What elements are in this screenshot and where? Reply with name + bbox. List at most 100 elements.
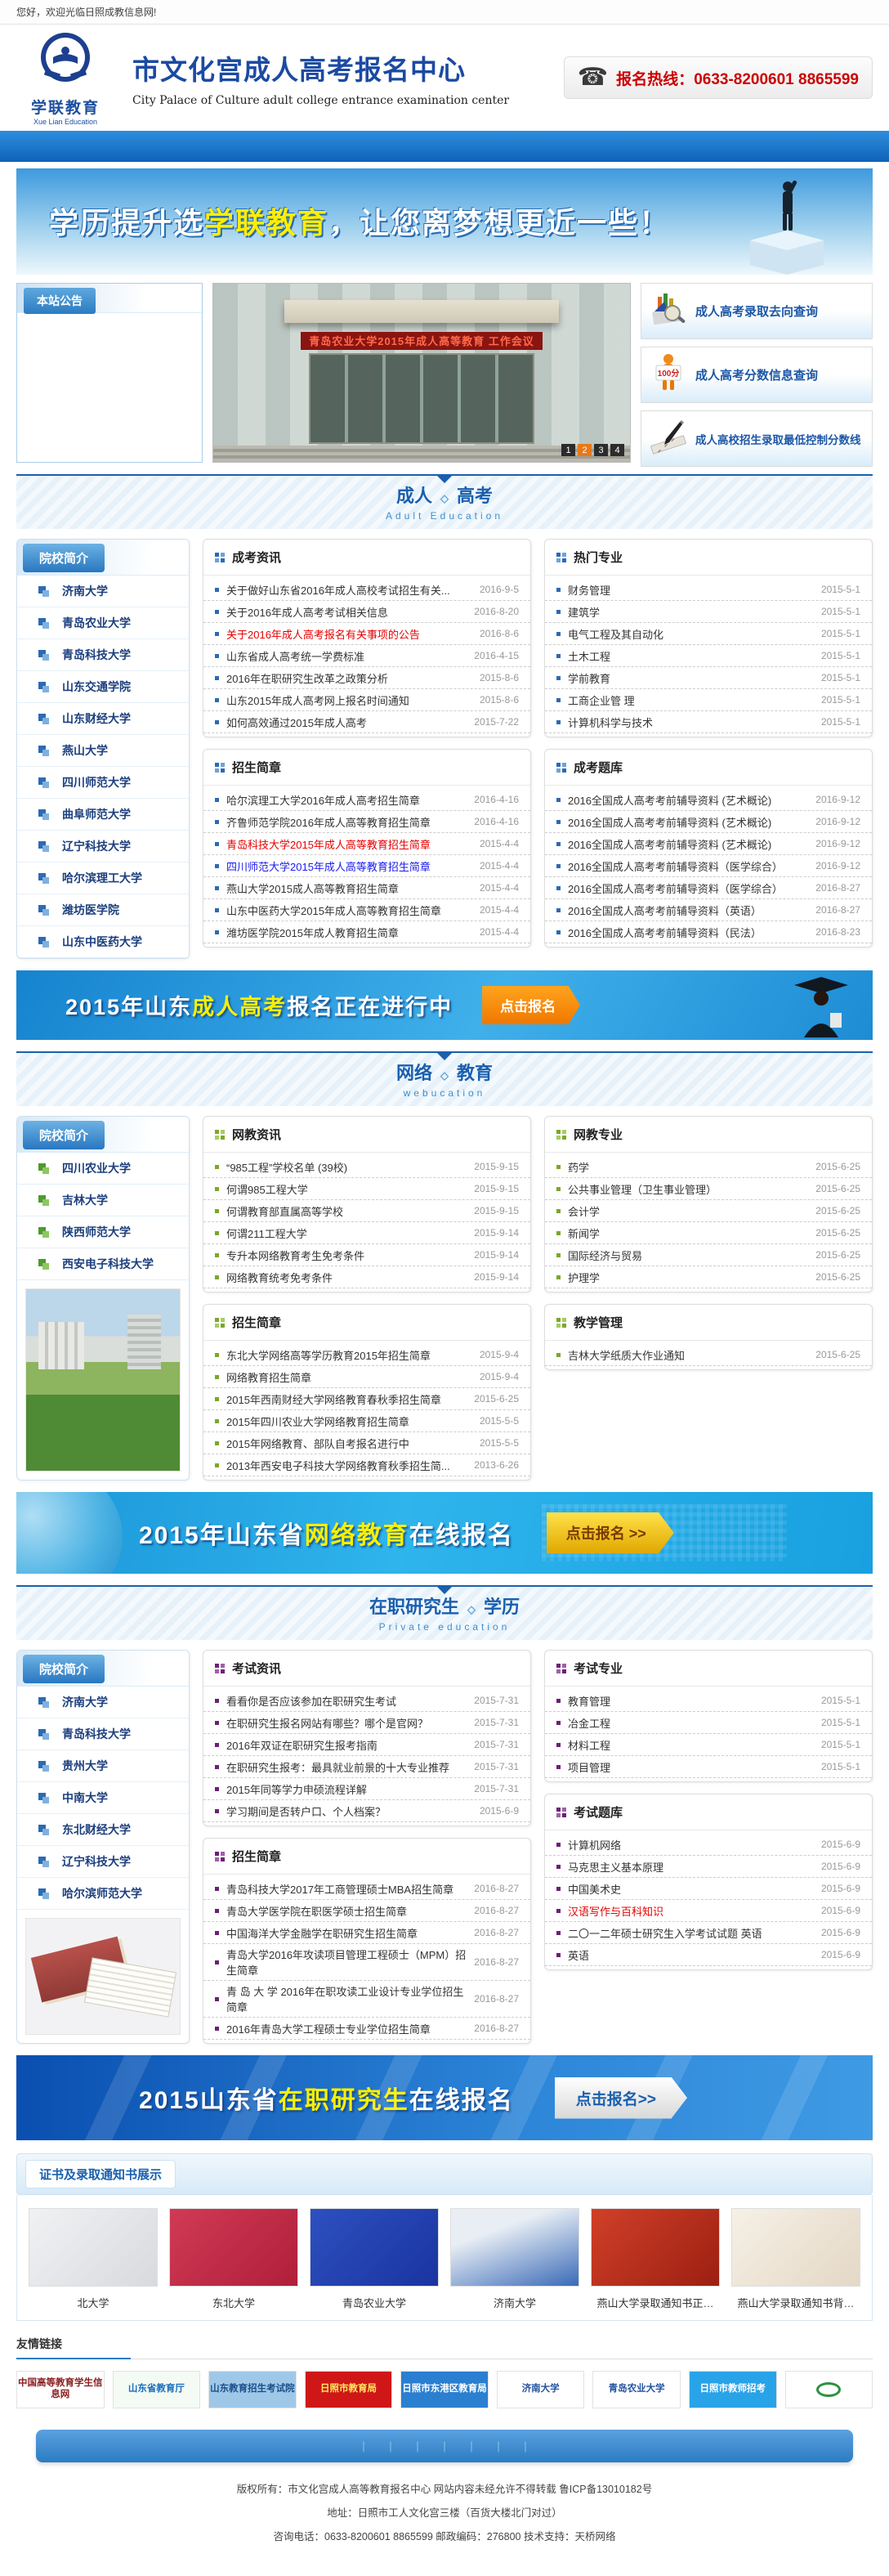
friend-link-logo[interactable]: 日照市教育局 [305, 2371, 393, 2408]
article-link[interactable]: 2016年双证在职研究生报考指南 [226, 1737, 467, 1753]
article-link[interactable]: 计算机网络 [568, 1837, 815, 1852]
sidebar-item-college[interactable]: 西安电子科技大学 [17, 1248, 189, 1280]
article-link[interactable]: 在职研究生报考：最具就业前景的十大专业推荐 [226, 1759, 467, 1775]
footer-nav-item[interactable] [431, 2439, 458, 2454]
article-link[interactable]: 山东2015年成人高考网上报名时间通知 [226, 692, 473, 708]
article-link[interactable]: 英语 [568, 1947, 815, 1963]
score-query-button[interactable]: 100分 成人高考分数信息查询 [641, 347, 873, 403]
signup-button[interactable]: 点击报名 [482, 986, 580, 1024]
sidebar-item-college[interactable]: 青岛科技大学 [17, 639, 189, 671]
article-link[interactable]: 看看你是否应该参加在职研究生考试 [226, 1693, 467, 1709]
friend-link-logo[interactable]: 中国高等教育学生信息网 [16, 2371, 105, 2408]
major-link[interactable]: 冶金工程 [568, 1715, 815, 1731]
certificate-thumbnail[interactable] [29, 2208, 158, 2287]
major-link[interactable]: 学前教育 [568, 670, 815, 686]
article-link[interactable]: 中国美术史 [568, 1881, 815, 1897]
major-link[interactable]: 国际经济与贸易 [568, 1248, 809, 1263]
article-link[interactable]: 青 岛 大 学 2016年在职攻读工业设计专业学位招生简章 [226, 1983, 467, 2014]
major-link[interactable]: 电气工程及其自动化 [568, 626, 815, 642]
nav-item[interactable] [337, 131, 444, 162]
footer-nav-item[interactable] [404, 2439, 431, 2454]
sidebar-item-college[interactable]: 山东交通学院 [17, 671, 189, 703]
sidebar-item-college[interactable]: 中南大学 [17, 1782, 189, 1814]
sidebar-item-college[interactable]: 陕西师范大学 [17, 1216, 189, 1248]
article-link[interactable]: 专升本网络教育考生免考条件 [226, 1248, 467, 1263]
major-link[interactable]: 教育管理 [568, 1693, 815, 1709]
sidebar-item-college[interactable]: 哈尔滨理工大学 [17, 862, 189, 894]
sidebar-item-college[interactable]: 东北财经大学 [17, 1814, 189, 1846]
friend-link-logo[interactable] [785, 2371, 873, 2408]
certificate-thumbnail[interactable] [450, 2208, 579, 2287]
nav-item[interactable] [444, 131, 552, 162]
slideshow[interactable]: 青岛农业大学2015年成人高等教育 工作会议 1 2 3 4 [212, 283, 631, 463]
sidebar-item-college[interactable]: 四川农业大学 [17, 1153, 189, 1185]
article-link[interactable]: 如何高效通过2015年成人高考 [226, 715, 467, 730]
article-link[interactable]: 哈尔滨理工大学2016年成人高考招生简章 [226, 792, 467, 808]
article-link[interactable]: 2016全国成人高考考前辅导资料（医学综合） [568, 880, 809, 896]
footer-nav-item[interactable] [350, 2439, 377, 2454]
article-link[interactable]: 汉语写作与百科知识 [568, 1903, 815, 1919]
major-link[interactable]: 会计学 [568, 1203, 809, 1219]
sidebar-item-college[interactable]: 曲阜师范大学 [17, 799, 189, 831]
article-link[interactable]: 2015年同等学力申硕流程详解 [226, 1781, 467, 1797]
article-link[interactable]: 中国海洋大学金融学在职研究生招生简章 [226, 1925, 467, 1941]
signup-button[interactable]: 点击报名>> [555, 2077, 687, 2119]
certificate-thumbnail[interactable] [731, 2208, 860, 2287]
article-link[interactable]: 2015年西南财经大学网络教育春秋季招生简章 [226, 1391, 467, 1407]
friend-link-logo[interactable]: 山东省教育厅 [113, 2371, 201, 2408]
slide-page-4[interactable]: 4 [610, 444, 624, 456]
article-link[interactable]: 2016全国成人高考考前辅导资料（英语） [568, 903, 809, 918]
article-link[interactable]: 关于2016年成人高考考试相关信息 [226, 604, 467, 620]
article-link[interactable]: 何谓985工程大学 [226, 1181, 467, 1197]
signup-button[interactable]: 点击报名 >> [547, 1512, 674, 1553]
article-link[interactable]: 二〇一二年硕士研究生入学考试试题 英语 [568, 1925, 815, 1941]
article-link[interactable]: 网络教育招生简章 [226, 1369, 473, 1385]
major-link[interactable]: 公共事业管理（卫生事业管理） [568, 1181, 809, 1197]
certificate-thumbnail[interactable] [310, 2208, 439, 2287]
major-link[interactable]: 药学 [568, 1159, 809, 1175]
footer-nav-item[interactable] [485, 2439, 512, 2454]
footer-nav-item[interactable] [377, 2439, 404, 2454]
sidebar-item-college[interactable]: 燕山大学 [17, 735, 189, 767]
sidebar-item-college[interactable]: 哈尔滨师范大学 [17, 1878, 189, 1910]
major-link[interactable]: 项目管理 [568, 1759, 815, 1775]
article-link[interactable]: 2016年在职研究生改革之政策分析 [226, 670, 473, 686]
article-link[interactable]: 青岛科技大学2015年成人高等教育招生简章 [226, 836, 473, 852]
certificate-thumbnail[interactable] [591, 2208, 720, 2287]
article-link[interactable]: 山东省成人高考统一学费标准 [226, 648, 467, 664]
sidebar-item-college[interactable]: 青岛农业大学 [17, 607, 189, 639]
article-link[interactable]: 齐鲁师范学院2016年成人高等教育招生简章 [226, 814, 467, 830]
major-link[interactable]: 工商企业管 理 [568, 692, 815, 708]
major-link[interactable]: 建筑学 [568, 604, 815, 620]
friend-link-logo[interactable]: 山东教育招生考试院 [208, 2371, 297, 2408]
article-link[interactable]: 马克思主义基本原理 [568, 1859, 815, 1875]
article-link[interactable]: 青岛大学医学院在职医学硕士招生简章 [226, 1903, 467, 1919]
major-link[interactable]: 财务管理 [568, 582, 815, 598]
article-link[interactable]: 青岛大学2016年攻读项目管理工程硕士（MPM）招生简章 [226, 1947, 467, 1978]
friend-link-logo[interactable]: 日照市教师招考 [689, 2371, 777, 2408]
article-link[interactable]: 四川师范大学2015年成人高等教育招生简章 [226, 858, 473, 874]
sidebar-item-college[interactable]: 济南大学 [17, 576, 189, 607]
sidebar-item-college[interactable]: 青岛科技大学 [17, 1718, 189, 1750]
hero-banner[interactable]: 学历提升选学联教育，让您离梦想更近一些！ [16, 168, 873, 275]
article-link[interactable]: 2016全国成人高考考前辅导资料 (艺术概论) [568, 814, 809, 830]
article-link[interactable]: 青岛科技大学2017年工商管理硕士MBA招生简章 [226, 1881, 467, 1897]
article-link[interactable]: 山东中医药大学2015年成人高等教育招生简章 [226, 903, 473, 918]
article-link[interactable]: 2016年青岛大学工程硕士专业学位招生简章 [226, 2021, 467, 2036]
major-link[interactable]: 计算机科学与技术 [568, 715, 815, 730]
article-link[interactable]: 何谓教育部直属高等学校 [226, 1203, 467, 1219]
slide-page-3[interactable]: 3 [594, 444, 608, 456]
major-link[interactable]: 护理学 [568, 1270, 809, 1285]
sidebar-item-college[interactable]: 四川师范大学 [17, 767, 189, 799]
nav-item[interactable] [659, 131, 766, 162]
nav-item[interactable] [766, 131, 873, 162]
article-link[interactable]: “985工程”学校名单 (39校) [226, 1159, 467, 1175]
nav-item[interactable] [16, 131, 123, 162]
article-link[interactable]: 2016全国成人高考考前辅导资料（医学综合） [568, 858, 809, 874]
sidebar-item-college[interactable]: 山东中医药大学 [17, 926, 189, 958]
sidebar-item-college[interactable]: 济南大学 [17, 1687, 189, 1718]
major-link[interactable]: 新闻学 [568, 1225, 809, 1241]
friend-link-logo[interactable]: 日照市东港区教育局 [400, 2371, 489, 2408]
nav-item[interactable] [230, 131, 337, 162]
article-link[interactable]: 2015年四川农业大学网络教育招生简章 [226, 1413, 473, 1429]
